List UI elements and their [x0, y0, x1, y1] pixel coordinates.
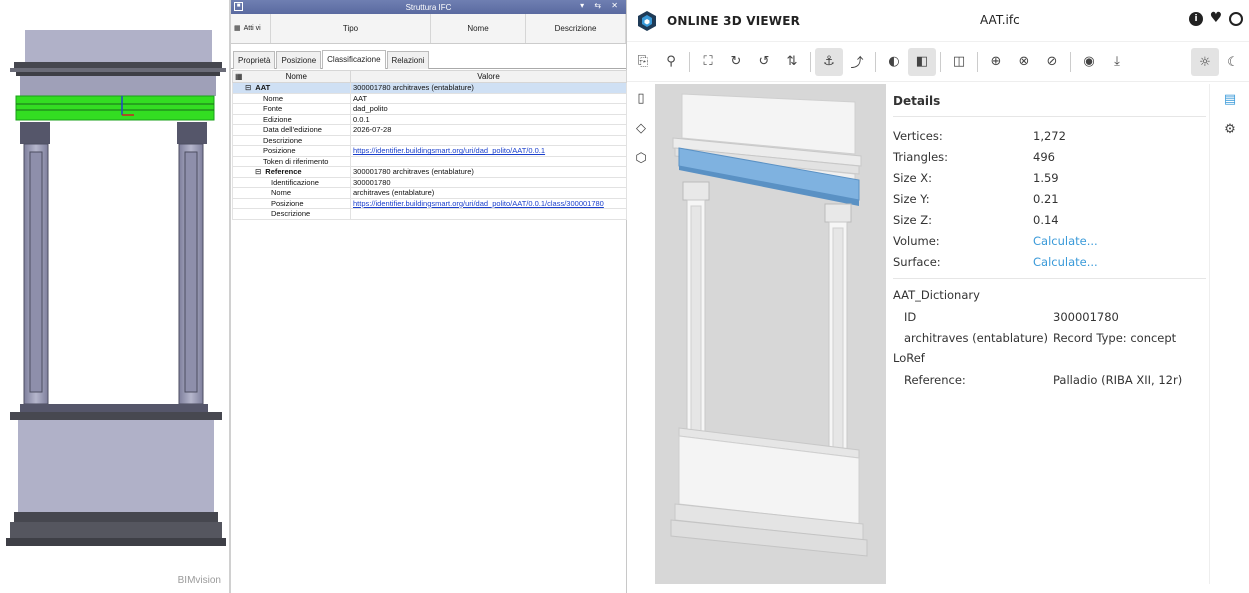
table-header-value[interactable]: Valore [350, 70, 627, 83]
perspective-camera-icon[interactable]: ◐ [880, 48, 908, 76]
tab-posizione[interactable]: Posizione [276, 51, 322, 69]
column-name[interactable]: Nome [431, 14, 526, 43]
panel-window-controls[interactable]: ▾ ⇆ ✕ [580, 1, 622, 10]
meshes-icon[interactable]: ⬡ [627, 144, 655, 172]
column-description[interactable]: Descrizione [526, 14, 626, 43]
viewer-canvas[interactable] [655, 84, 886, 584]
property-row: Vertices: 1,272 [893, 128, 1066, 143]
align-up-icon[interactable]: ↻ [722, 48, 750, 76]
selected-architrave[interactable] [15, 95, 215, 121]
export-icon[interactable]: ⤓ [1103, 48, 1131, 76]
app-logo-icon[interactable] [636, 10, 658, 32]
table-row[interactable]: Posizione https://identifier.buildingsmar… [232, 145, 627, 157]
table-row[interactable]: Data dell'edizione 2026-07-28 [232, 124, 627, 136]
property-row: architraves (entablature) Record Type: co… [904, 330, 1177, 345]
grid-icon: ▦ [235, 72, 243, 81]
column-active[interactable]: ▦ Atti vi [231, 14, 271, 43]
bimvision-watermark: BIMvision [177, 575, 221, 586]
fix-up-vector-icon[interactable]: ⇅ [778, 48, 806, 76]
ifc-structure-panel: ■ Struttura IFC ▾ ⇆ ✕ ▦ Atti vi Tipo Nome… [231, 0, 627, 593]
table-row[interactable]: Posizione https://identifier.buildingsmar… [232, 197, 627, 209]
app-root: BIMvision ■ Struttura IFC ▾ ⇆ ✕ ▦ Atti vi… [0, 0, 1249, 593]
bimvision-viewport[interactable]: BIMvision [0, 0, 229, 593]
table-row[interactable]: Token di riferimento [232, 155, 627, 167]
property-group-name: AAT_Dictionary [893, 288, 980, 302]
classification-table: ▦ Nome Valore ⊟ AAT 300001780 architraves … [232, 70, 627, 220]
tab-relazioni[interactable]: Relazioni [386, 51, 430, 69]
table-row[interactable]: Nome architraves (entablature) [232, 187, 627, 199]
right-sidebar: ▤ ⚙ [1209, 84, 1249, 584]
viewer-header: ONLINE 3D VIEWER AAT.ifc i ♥ [627, 0, 1249, 42]
light-mode-icon[interactable]: ☼ [1191, 48, 1219, 76]
flip-up-icon[interactable]: ↺ [750, 48, 778, 76]
table-row[interactable]: Identificazione 300001780 [232, 176, 627, 188]
file-name: AAT.ifc [980, 13, 1020, 27]
dark-mode-icon[interactable]: ☾ [1219, 48, 1247, 76]
property-row: Size Z: 0.14 [893, 212, 1059, 227]
panel-menu-icon[interactable]: ■ [234, 2, 243, 11]
window-model-render[interactable] [0, 0, 229, 593]
tab-classificazione[interactable]: Classificazione [322, 50, 386, 69]
settings-icon[interactable]: ⚙ [1210, 114, 1249, 144]
header-icons: i ♥ [1189, 11, 1243, 26]
files-icon[interactable]: ▯ [627, 84, 655, 112]
table-row[interactable]: ⊟ Reference 300001780 architraves (entabl… [232, 166, 627, 178]
property-row: Size Y: 0.21 [893, 191, 1059, 206]
window-model-3d[interactable] [655, 84, 886, 584]
cross-section-icon[interactable]: ◫ [945, 48, 973, 76]
heart-icon[interactable]: ♥ [1209, 11, 1223, 26]
property-row: ID 300001780 [904, 309, 1119, 324]
column-type[interactable]: Tipo [271, 14, 431, 43]
property-row: Reference: Palladio (RIBA XII, 12r) [904, 372, 1183, 387]
property-tabs: Proprietà Posizione Classificazione Rela… [231, 50, 626, 69]
snapshot-icon[interactable]: ◉ [1075, 48, 1103, 76]
collapse-icon[interactable]: ⊟ [255, 167, 261, 176]
collapse-icon[interactable]: ⊟ [245, 83, 251, 92]
left-sidebar: ▯ ◇ ⬡ [627, 84, 655, 174]
grid-icon: ▦ [234, 24, 241, 32]
github-icon[interactable] [1229, 12, 1243, 26]
open-url-icon[interactable]: ⚲ [657, 48, 685, 76]
table-row[interactable]: Descrizione [232, 208, 627, 220]
measure-icon[interactable]: ⊕ [982, 48, 1010, 76]
location-link[interactable]: https://identifier.buildingsmart.org/uri… [350, 145, 627, 157]
tab-proprieta[interactable]: Proprietà [233, 51, 276, 69]
property-row: Surface: Calculate... [893, 254, 1098, 269]
viewer-toolbar: ⎘ ⚲ ⛶ ↻ ↺ ⇅ ⚓ ⤴ ◐ ◧ ◫ ⊕ ⊗ ⊘ ◉ ⤓ ☼ ☾ [627, 42, 1249, 82]
ifc-structure-columns: ▦ Atti vi Tipo Nome Descrizione [231, 14, 626, 44]
ifc-panel-title: Struttura IFC [405, 2, 452, 12]
orbit-navigation-icon[interactable]: ⚓ [815, 47, 843, 76]
fit-to-window-icon[interactable]: ⛶ [694, 48, 722, 76]
property-row: Volume: Calculate... [893, 233, 1098, 248]
table-row[interactable]: ⊟ AAT 300001780 architraves (entablature) [232, 82, 627, 94]
property-group-name: LoRef [893, 351, 925, 365]
details-title: Details [893, 84, 1206, 117]
table-row[interactable]: Descrizione [232, 134, 627, 146]
property-row: Triangles: 496 [893, 149, 1055, 164]
table-row[interactable]: Edizione 0.0.1 [232, 113, 627, 125]
details-panel: Details Vertices: 1,272 Triangles: 496 Siz… [893, 84, 1206, 584]
class-link[interactable]: https://identifier.buildingsmart.org/uri… [350, 197, 627, 209]
measure-distance-icon[interactable]: ⊗ [1010, 48, 1038, 76]
free-navigation-icon[interactable]: ⤴ [843, 48, 871, 76]
materials-icon[interactable]: ◇ [627, 114, 655, 142]
open-file-icon[interactable]: ⎘ [629, 48, 657, 76]
info-icon[interactable]: i [1189, 12, 1203, 26]
measure-angle-icon[interactable]: ⊘ [1038, 48, 1066, 76]
orthographic-camera-icon[interactable]: ◧ [908, 47, 936, 76]
details-icon[interactable]: ▤ [1210, 84, 1249, 114]
table-header-name[interactable]: ▦ Nome [232, 70, 351, 83]
property-row: Size X: 1.59 [893, 170, 1059, 185]
table-row[interactable]: Nome AAT [232, 92, 627, 104]
toolbar-right: ☼ ☾ [1191, 48, 1247, 76]
calculate-volume-link[interactable]: Calculate... [1033, 234, 1098, 248]
ifc-panel-titlebar[interactable]: ■ Struttura IFC ▾ ⇆ ✕ [231, 0, 626, 14]
calculate-surface-link[interactable]: Calculate... [1033, 255, 1098, 269]
app-title: ONLINE 3D VIEWER [667, 13, 801, 28]
online-3d-viewer: ONLINE 3D VIEWER AAT.ifc i ♥ ⎘ ⚲ ⛶ ↻ ↺ ⇅… [627, 0, 1249, 593]
table-row[interactable]: Fonte dad_polito [232, 103, 627, 115]
